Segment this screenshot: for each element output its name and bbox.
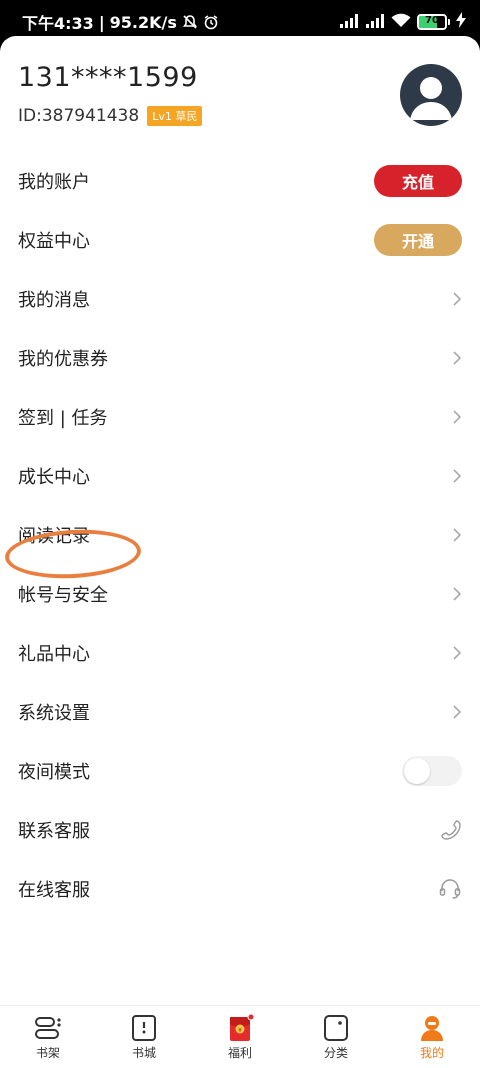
menu-item-night-mode: 夜间模式 (0, 741, 480, 800)
menu-label: 夜间模式 (18, 761, 90, 783)
menu-label: 阅读记录 (18, 525, 90, 547)
alarm-icon (203, 14, 219, 30)
avatar[interactable] (400, 64, 462, 126)
menu-label: 系统设置 (18, 702, 90, 724)
menu-label: 在线客服 (18, 879, 90, 901)
headset-icon (438, 877, 462, 901)
toggle-knob (404, 757, 430, 784)
menu-item-benefits[interactable]: 权益中心 开通 (0, 210, 480, 269)
menu-label: 我的消息 (18, 289, 90, 311)
profile-page: 131****1599 ID:387941438 Lv1 草民 我的账户 充值 … (0, 36, 480, 1067)
user-avatar-icon (410, 77, 452, 120)
chevron-right-icon (452, 409, 462, 425)
tab-label: 分类 (323, 1046, 348, 1060)
menu-label: 签到 | 任务 (18, 407, 108, 429)
night-mode-toggle[interactable] (402, 755, 462, 786)
tab-welfare[interactable]: ¥ 福利 (192, 1006, 288, 1068)
mute-bell-icon (182, 14, 198, 30)
category-icon (324, 1015, 348, 1041)
chevron-right-icon (452, 645, 462, 661)
menu-label: 帐号与安全 (18, 584, 108, 606)
menu-item-growth[interactable]: 成长中心 (0, 446, 480, 505)
battery-level: 70 (425, 15, 439, 26)
tab-label: 我的 (419, 1046, 444, 1060)
menu-label: 成长中心 (18, 466, 90, 488)
user-phone: 131****1599 (18, 62, 198, 93)
chevron-right-icon (452, 586, 462, 602)
id-row: ID:387941438 Lv1 草民 (18, 106, 203, 126)
menu-item-security[interactable]: 帐号与安全 (0, 564, 480, 623)
chevron-right-icon (452, 291, 462, 307)
menu-label: 礼品中心 (18, 643, 90, 665)
menu-item-account[interactable]: 我的账户 充值 (0, 151, 480, 210)
menu-label: 权益中心 (18, 230, 90, 252)
tab-mine[interactable]: 我的 (384, 1006, 480, 1068)
svg-text:¥: ¥ (238, 1027, 242, 1034)
signal-icon-2 (365, 13, 385, 32)
menu-label: 我的账户 (18, 171, 90, 193)
phone-icon (440, 819, 462, 841)
chevron-right-icon (452, 468, 462, 484)
menu-item-contact-support[interactable]: 联系客服 (0, 800, 480, 859)
menu-label: 联系客服 (18, 820, 90, 842)
bookshelf-icon (35, 1017, 61, 1039)
menu-item-coupons[interactable]: 我的优惠券 (0, 328, 480, 387)
chevron-right-icon (452, 350, 462, 366)
tab-label: 福利 (227, 1046, 252, 1060)
chevron-right-icon (452, 527, 462, 543)
bottom-tab-bar: 书架 书城 ¥ 福利 分类 我的 (0, 1005, 480, 1068)
menu-item-online-support[interactable]: 在线客服 (0, 859, 480, 918)
charging-icon (456, 12, 466, 32)
menu-item-reading-history[interactable]: 阅读记录 (0, 505, 480, 564)
signal-icon (339, 13, 359, 32)
activate-button[interactable]: 开通 (374, 223, 462, 256)
user-id: ID:387941438 (18, 106, 140, 126)
menu-item-checkin[interactable]: 签到 | 任务 (0, 387, 480, 446)
tab-label: 书架 (35, 1046, 60, 1060)
status-separator: | (98, 12, 105, 32)
user-profile-icon (421, 1016, 443, 1041)
profile-header[interactable]: 131****1599 ID:387941438 Lv1 草民 (0, 36, 480, 151)
tab-category[interactable]: 分类 (288, 1006, 384, 1068)
menu-item-messages[interactable]: 我的消息 (0, 269, 480, 328)
bookstore-icon (132, 1015, 156, 1041)
tab-bookstore[interactable]: 书城 (96, 1006, 192, 1068)
network-speed: 95.2K/s (109, 12, 177, 32)
battery-icon: 70 (417, 14, 450, 30)
red-envelope-icon: ¥ (230, 1014, 255, 1041)
recharge-button[interactable]: 充值 (374, 164, 462, 197)
tab-bookshelf[interactable]: 书架 (0, 1006, 96, 1068)
menu-item-gifts[interactable]: 礼品中心 (0, 623, 480, 682)
chevron-right-icon (452, 704, 462, 720)
status-time: 下午4:33 (22, 14, 94, 33)
menu-item-settings[interactable]: 系统设置 (0, 682, 480, 741)
menu-list: 我的账户 充值 权益中心 开通 我的消息 我的优惠券 签到 | 任务 成长中心 … (0, 151, 480, 918)
level-badge: Lv1 草民 (147, 106, 203, 126)
tab-label: 书城 (131, 1046, 156, 1060)
menu-label: 我的优惠券 (18, 348, 108, 370)
wifi-icon (391, 13, 411, 32)
